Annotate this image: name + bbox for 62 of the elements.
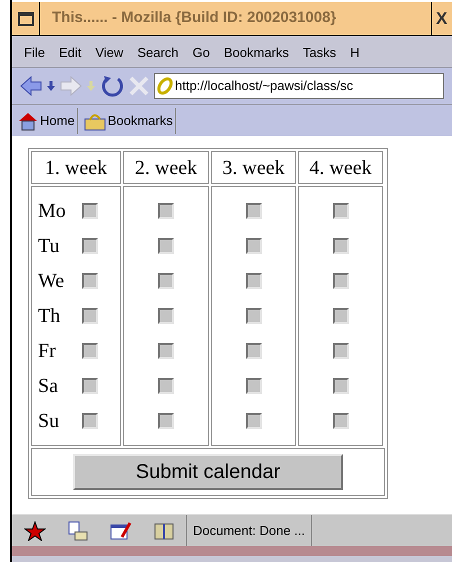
checkbox[interactable] bbox=[158, 238, 174, 254]
menu-item[interactable]: View bbox=[95, 42, 124, 62]
checkbox[interactable] bbox=[246, 413, 262, 429]
window-title: This...... - Mozilla {Build ID: 2002031008} bbox=[51, 8, 338, 28]
column-header: 3. week bbox=[211, 151, 296, 184]
checkbox[interactable] bbox=[246, 273, 262, 289]
column-header: 2. week bbox=[123, 151, 209, 184]
address-book-icon[interactable] bbox=[154, 520, 174, 540]
menu-item[interactable]: Tasks bbox=[302, 42, 336, 62]
checkbox[interactable] bbox=[246, 378, 262, 394]
checkbox[interactable] bbox=[246, 343, 262, 359]
menu-item[interactable]: File bbox=[24, 42, 45, 62]
checkbox[interactable] bbox=[82, 343, 98, 359]
checkbox[interactable] bbox=[332, 378, 348, 394]
checkbox[interactable] bbox=[246, 308, 262, 324]
checkbox[interactable] bbox=[246, 238, 262, 254]
menu-item[interactable]: Search bbox=[137, 42, 179, 62]
toolbar-button[interactable]: Home bbox=[16, 108, 78, 134]
checkbox[interactable] bbox=[82, 308, 98, 324]
checkbox[interactable] bbox=[332, 413, 348, 429]
checkbox[interactable] bbox=[158, 413, 174, 429]
checkbox[interactable] bbox=[82, 273, 98, 289]
checkbox[interactable] bbox=[158, 343, 174, 359]
compose-icon[interactable] bbox=[110, 520, 132, 540]
menu-item[interactable]: Bookmarks bbox=[224, 42, 289, 62]
day-label: Mo bbox=[38, 199, 67, 224]
house-icon bbox=[18, 110, 38, 130]
down-arrow-icon[interactable] bbox=[46, 80, 56, 92]
checkbox[interactable] bbox=[246, 203, 262, 219]
address-field[interactable]: http://localhost/~pawsi/class/sc bbox=[154, 73, 444, 99]
checkbox[interactable] bbox=[332, 203, 348, 219]
reload-icon[interactable] bbox=[100, 74, 124, 98]
day-label: Su bbox=[38, 409, 60, 434]
day-label: Fr bbox=[38, 339, 57, 364]
checkbox[interactable] bbox=[158, 308, 174, 324]
checkbox[interactable] bbox=[82, 238, 98, 254]
checkbox[interactable] bbox=[332, 238, 348, 254]
menu-item[interactable]: Go bbox=[192, 42, 210, 62]
back-arrow-icon[interactable] bbox=[20, 76, 42, 96]
day-label: Th bbox=[38, 304, 62, 329]
menu-item[interactable]: Edit bbox=[58, 42, 82, 62]
checkbox[interactable] bbox=[332, 308, 348, 324]
menu-item[interactable]: H bbox=[350, 42, 360, 62]
column-header: 1. week bbox=[31, 151, 121, 184]
checkbox[interactable] bbox=[158, 203, 174, 219]
checkbox[interactable] bbox=[82, 378, 98, 394]
checkbox[interactable] bbox=[82, 413, 98, 429]
day-label: We bbox=[38, 269, 66, 294]
checkbox[interactable] bbox=[158, 273, 174, 289]
submit-button[interactable]: Submit calendar bbox=[73, 454, 343, 490]
star-icon[interactable] bbox=[24, 520, 46, 540]
window-menu-icon[interactable] bbox=[18, 12, 34, 26]
checkbox[interactable] bbox=[82, 203, 98, 219]
day-label: Sa bbox=[38, 374, 59, 399]
close-button[interactable]: X bbox=[432, 2, 452, 35]
checkbox[interactable] bbox=[332, 273, 348, 289]
column-header: 4. week bbox=[298, 151, 383, 184]
ring-icon bbox=[155, 76, 175, 96]
toolbar-button[interactable]: Bookmarks bbox=[82, 108, 176, 134]
checkbox[interactable] bbox=[158, 378, 174, 394]
checkbox[interactable] bbox=[332, 343, 348, 359]
day-label: Tu bbox=[38, 234, 61, 259]
